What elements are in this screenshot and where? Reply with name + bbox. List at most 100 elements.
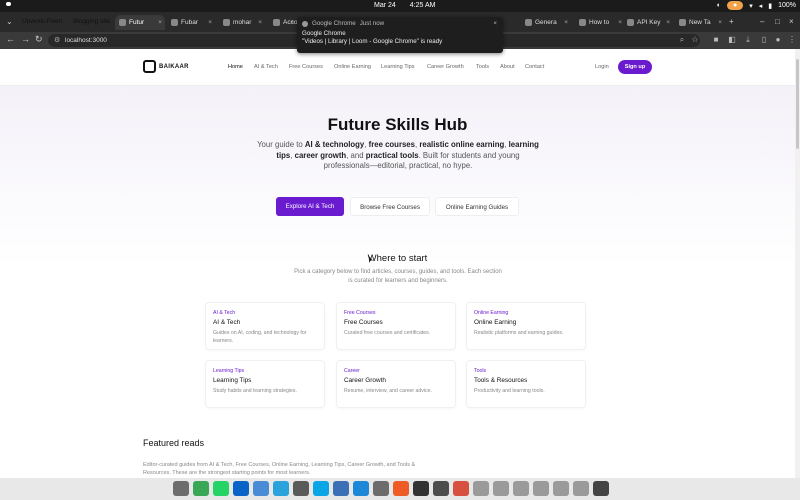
logo-text: BAIKAAR: [159, 63, 189, 70]
tab-close-icon[interactable]: ×: [208, 15, 212, 30]
address-url: localhost:3000: [65, 37, 107, 44]
side-panel-icon[interactable]: ▯: [759, 35, 769, 45]
night-light-icon[interactable]: ◐: [717, 2, 721, 9]
nav-link[interactable]: Free Courses: [289, 64, 323, 70]
system-clock[interactable]: Mar 24 4:25 AM: [374, 2, 435, 9]
app-icon[interactable]: [333, 481, 349, 496]
nav-link[interactable]: About: [500, 64, 515, 70]
telegram-icon[interactable]: [273, 481, 289, 496]
window-icon[interactable]: [473, 481, 489, 496]
browse-courses-button[interactable]: Browse Free Courses: [350, 197, 430, 216]
volume-icon: ◂: [758, 2, 763, 10]
card-tag: Free Courses: [344, 310, 376, 316]
zoom-icon[interactable]: ⌕: [677, 35, 687, 45]
window-icon[interactable]: [573, 481, 589, 496]
whatsapp-icon[interactable]: [213, 481, 229, 496]
category-card[interactable]: Learning Tips Learning Tips Study habits a…: [205, 360, 325, 408]
cutter-icon[interactable]: [433, 481, 449, 496]
notification-close-icon[interactable]: ×: [493, 20, 497, 27]
window-icon[interactable]: [493, 481, 509, 496]
chrome-icon[interactable]: [193, 481, 209, 496]
browser-tab[interactable]: New Ta ×: [675, 15, 725, 30]
extensions-puzzle-icon[interactable]: ◧: [727, 35, 737, 45]
menu-kebab-icon[interactable]: ⋮: [787, 35, 797, 45]
nav-link[interactable]: Contact: [525, 64, 544, 70]
tab-close-icon[interactable]: ×: [618, 15, 622, 30]
card-title: Career Growth: [344, 377, 386, 384]
card-desc: Productivity and learning tools.: [474, 388, 545, 394]
scrollbar-thumb[interactable]: [796, 59, 799, 149]
browser-tab[interactable]: How to ×: [575, 15, 625, 30]
tab-label: How to: [589, 19, 610, 26]
tab-group-blogging[interactable]: Blogging site: [69, 17, 114, 27]
tab-group-upwork[interactable]: Upwork-Fiverr: [18, 17, 67, 27]
maximize-icon[interactable]: □: [775, 17, 780, 26]
bookmark-star-icon[interactable]: ☆: [690, 35, 700, 45]
window-icon[interactable]: [553, 481, 569, 496]
extension-icon[interactable]: ■: [711, 35, 721, 45]
settings-icon[interactable]: [593, 481, 609, 496]
nav-link[interactable]: AI & Tech: [254, 64, 278, 70]
category-card[interactable]: Online Earning Online Earning Realistic pl…: [466, 302, 586, 350]
earning-guides-button[interactable]: Online Earning Guides: [435, 197, 519, 216]
window-icon[interactable]: [533, 481, 549, 496]
chrome-notification[interactable]: Google Chrome Just now × Google Chrome "…: [297, 17, 503, 53]
paint-icon[interactable]: [293, 481, 309, 496]
signup-button[interactable]: Sign up: [618, 60, 652, 74]
browser-tab[interactable]: API Key ×: [623, 15, 673, 30]
system-tray[interactable]: ◐ ● ▾ ◂ ▮ 100%: [717, 1, 796, 10]
browser-tab[interactable]: Fubar ×: [167, 15, 215, 30]
nav-link[interactable]: Learning Tips: [381, 64, 415, 70]
workspace-indicator[interactable]: [6, 2, 11, 6]
page-scrollbar[interactable]: [795, 49, 800, 478]
window-icon[interactable]: [513, 481, 529, 496]
tab-close-icon[interactable]: ×: [158, 15, 162, 30]
terminal-icon[interactable]: [413, 481, 429, 496]
tab-search-icon[interactable]: ⌄: [6, 17, 13, 26]
tab-close-icon[interactable]: ×: [666, 15, 670, 30]
login-link[interactable]: Login: [595, 64, 609, 70]
reload-icon[interactable]: ↻: [35, 34, 43, 45]
hero-subtitle: Your guide to AI & technology, free cour…: [253, 140, 543, 172]
browser-tab[interactable]: Acco ×: [269, 15, 297, 30]
site-info-icon[interactable]: ⚙: [54, 34, 60, 47]
files-icon[interactable]: [173, 481, 189, 496]
minimize-icon[interactable]: –: [760, 17, 764, 26]
outlook-icon[interactable]: [233, 481, 249, 496]
tab-close-icon[interactable]: ×: [564, 15, 568, 30]
chrome-active-icon[interactable]: [453, 481, 469, 496]
category-card[interactable]: Free Courses Free Courses Curated free cou…: [336, 302, 456, 350]
tab-close-icon[interactable]: ×: [258, 15, 262, 30]
browser-tab[interactable]: Futur ×: [115, 15, 165, 30]
card-tag: AI & Tech: [213, 310, 236, 316]
profile-avatar-icon[interactable]: ●: [773, 35, 783, 45]
tab-close-icon[interactable]: ×: [718, 15, 722, 30]
recording-indicator[interactable]: ●: [726, 1, 744, 10]
card-tag: Learning Tips: [213, 368, 245, 374]
skype-icon[interactable]: [313, 481, 329, 496]
new-tab-button[interactable]: +: [729, 17, 734, 26]
category-card[interactable]: Career Career Growth Resume, interview, an…: [336, 360, 456, 408]
vim-icon[interactable]: [373, 481, 389, 496]
explore-ai-button[interactable]: Explore AI & Tech: [276, 197, 344, 216]
tab-close-icon[interactable]: ×: [290, 15, 294, 30]
tab-favicon-icon: [679, 19, 686, 26]
featured-desc: Editor-curated guides from AI & Tech, Fr…: [143, 462, 416, 476]
category-card[interactable]: Tools Tools & Resources Productivity and l…: [466, 360, 586, 408]
site-logo[interactable]: BAIKAAR: [143, 60, 189, 73]
close-window-icon[interactable]: ×: [789, 17, 794, 26]
globe-icon[interactable]: [253, 481, 269, 496]
nav-link[interactable]: Tools: [476, 64, 489, 70]
forward-icon[interactable]: →: [21, 34, 30, 44]
nav-link[interactable]: Home: [228, 64, 243, 70]
browser-tab[interactable]: Genera ×: [521, 15, 571, 30]
card-title: AI & Tech: [213, 319, 241, 326]
postman-icon[interactable]: [393, 481, 409, 496]
nav-link[interactable]: Career Growth: [427, 64, 464, 70]
back-icon[interactable]: ←: [6, 34, 15, 44]
category-card[interactable]: AI & Tech AI & Tech Guides on AI, coding, …: [205, 302, 325, 350]
browser-tab[interactable]: mohar ×: [219, 15, 265, 30]
download-icon[interactable]: ⤓: [743, 35, 753, 45]
nav-link[interactable]: Online Earning: [334, 64, 371, 70]
vscode-icon[interactable]: [353, 481, 369, 496]
